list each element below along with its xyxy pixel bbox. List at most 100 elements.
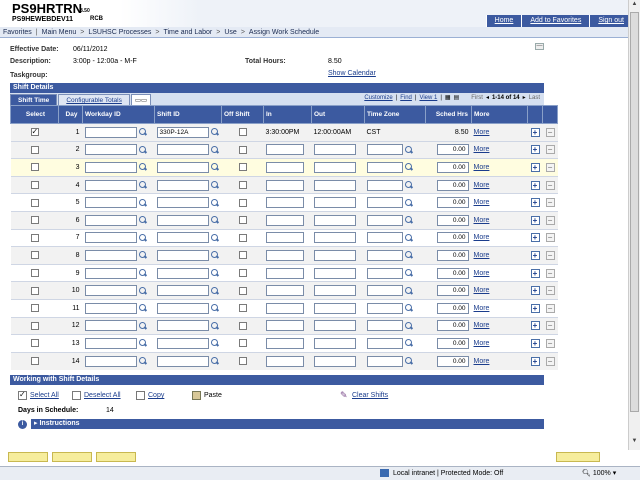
add-row-icon[interactable]: +	[530, 286, 540, 296]
workday-id-input[interactable]	[84, 232, 137, 244]
off-shift-checkbox[interactable]	[238, 357, 247, 366]
workday-lookup-icon[interactable]	[138, 216, 147, 224]
timezone-input[interactable]	[366, 355, 403, 367]
off-shift-checkbox[interactable]	[238, 216, 247, 225]
sched-hrs-input[interactable]: 0.00	[436, 337, 469, 349]
row-select-checkbox[interactable]	[30, 286, 39, 295]
sched-hrs-input[interactable]: 0.00	[436, 214, 469, 226]
shift-id-input[interactable]	[156, 161, 209, 173]
shift-id-input[interactable]	[156, 320, 209, 332]
out-time-input[interactable]	[313, 144, 356, 156]
delete-row-icon[interactable]: −	[545, 162, 555, 172]
row-select-checkbox[interactable]	[30, 198, 39, 207]
delete-row-icon[interactable]: −	[545, 127, 555, 137]
in-time-input[interactable]	[265, 337, 304, 349]
off-shift-checkbox[interactable]	[238, 304, 247, 313]
breadcrumb-use[interactable]: Use	[221, 29, 239, 36]
timezone-lookup-icon[interactable]	[404, 339, 413, 347]
timezone-input[interactable]	[366, 179, 403, 191]
breadcrumb-time-and-labor[interactable]: Time and Labor	[160, 29, 215, 36]
timezone-lookup-icon[interactable]	[404, 181, 413, 189]
shift-lookup-icon[interactable]	[210, 321, 219, 330]
delete-row-icon[interactable]: −	[545, 321, 555, 331]
delete-row-icon[interactable]: −	[545, 338, 555, 348]
home-link[interactable]: Home	[485, 15, 522, 27]
delete-row-icon[interactable]: −	[545, 215, 555, 225]
more-link[interactable]: More	[474, 217, 490, 224]
shift-lookup-icon[interactable]	[210, 286, 219, 295]
deselect-all-button[interactable]: Deselect All	[72, 391, 121, 400]
timezone-input[interactable]	[366, 302, 403, 314]
shift-id-input[interactable]	[156, 249, 209, 261]
instructions-section[interactable]: i ▸ Instructions	[18, 419, 544, 429]
view-link[interactable]: View 1	[419, 95, 437, 101]
timezone-lookup-icon[interactable]	[404, 145, 413, 154]
workday-lookup-icon[interactable]	[138, 128, 147, 136]
more-link[interactable]: More	[474, 340, 490, 347]
workday-id-input[interactable]	[84, 320, 137, 332]
timezone-lookup-icon[interactable]	[404, 198, 413, 207]
delete-row-icon[interactable]: −	[545, 268, 555, 278]
zoom-control[interactable]: 🔍︎ 100% ▾	[582, 469, 616, 477]
scroll-down-icon[interactable]: ▼	[630, 438, 639, 448]
timezone-input[interactable]	[366, 320, 403, 332]
out-time-input[interactable]	[313, 197, 356, 209]
find-link[interactable]: Find	[400, 95, 412, 101]
add-row-icon[interactable]: +	[530, 338, 540, 348]
workday-lookup-icon[interactable]	[138, 321, 147, 330]
workday-id-input[interactable]	[84, 179, 137, 191]
timezone-input[interactable]	[366, 197, 403, 209]
off-shift-checkbox[interactable]	[238, 251, 247, 260]
off-shift-checkbox[interactable]	[238, 128, 247, 137]
shift-lookup-icon[interactable]	[210, 357, 219, 365]
vertical-scrollbar[interactable]: ▲ ▼	[628, 0, 640, 450]
scroll-thumb[interactable]	[630, 12, 639, 412]
workday-lookup-icon[interactable]	[138, 339, 147, 347]
add-row-icon[interactable]: +	[530, 268, 540, 278]
shift-lookup-icon[interactable]	[210, 216, 219, 224]
clear-shifts-button[interactable]: ✎ Clear Shifts	[340, 391, 388, 400]
row-select-checkbox[interactable]	[30, 251, 39, 260]
in-time-input[interactable]	[265, 144, 304, 156]
add-row-icon[interactable]: +	[530, 215, 540, 225]
shift-id-input[interactable]	[156, 302, 209, 314]
delete-row-icon[interactable]: −	[545, 180, 555, 190]
shift-id-input[interactable]	[156, 179, 209, 191]
row-select-checkbox[interactable]	[30, 339, 39, 348]
timezone-lookup-icon[interactable]	[404, 286, 413, 295]
select-all-button[interactable]: Select All	[18, 390, 59, 400]
delete-row-icon[interactable]: −	[545, 356, 555, 366]
workday-id-input[interactable]	[84, 144, 137, 156]
delete-row-icon[interactable]: −	[545, 286, 555, 296]
workday-lookup-icon[interactable]	[138, 145, 147, 154]
delete-row-icon[interactable]: −	[545, 198, 555, 208]
off-shift-checkbox[interactable]	[238, 286, 247, 295]
out-time-input[interactable]	[313, 355, 356, 367]
workday-lookup-icon[interactable]	[138, 233, 147, 242]
in-time-input[interactable]	[265, 355, 304, 367]
more-link[interactable]: More	[474, 305, 490, 312]
off-shift-checkbox[interactable]	[238, 145, 247, 154]
timezone-lookup-icon[interactable]	[404, 216, 413, 224]
more-link[interactable]: More	[474, 322, 490, 329]
workday-lookup-icon[interactable]	[138, 304, 147, 312]
row-select-checkbox[interactable]	[30, 163, 39, 172]
more-link[interactable]: More	[474, 358, 490, 365]
add-row-icon[interactable]: +	[530, 250, 540, 260]
off-shift-checkbox[interactable]	[238, 339, 247, 348]
more-link[interactable]: More	[474, 146, 490, 153]
timezone-input[interactable]	[366, 249, 403, 261]
more-link[interactable]: More	[474, 287, 490, 294]
in-time-input[interactable]	[265, 285, 304, 297]
more-link[interactable]: More	[474, 199, 490, 206]
off-shift-checkbox[interactable]	[238, 233, 247, 242]
workday-lookup-icon[interactable]	[138, 198, 147, 207]
out-time-input[interactable]	[313, 337, 356, 349]
in-time-input[interactable]	[265, 302, 304, 314]
row-select-checkbox[interactable]	[30, 233, 39, 242]
timezone-lookup-icon[interactable]	[404, 251, 413, 259]
in-time-input[interactable]	[265, 214, 304, 226]
sched-hrs-input[interactable]: 0.00	[436, 232, 469, 244]
collapse-button[interactable]: —	[535, 43, 544, 50]
workday-lookup-icon[interactable]	[138, 286, 147, 295]
